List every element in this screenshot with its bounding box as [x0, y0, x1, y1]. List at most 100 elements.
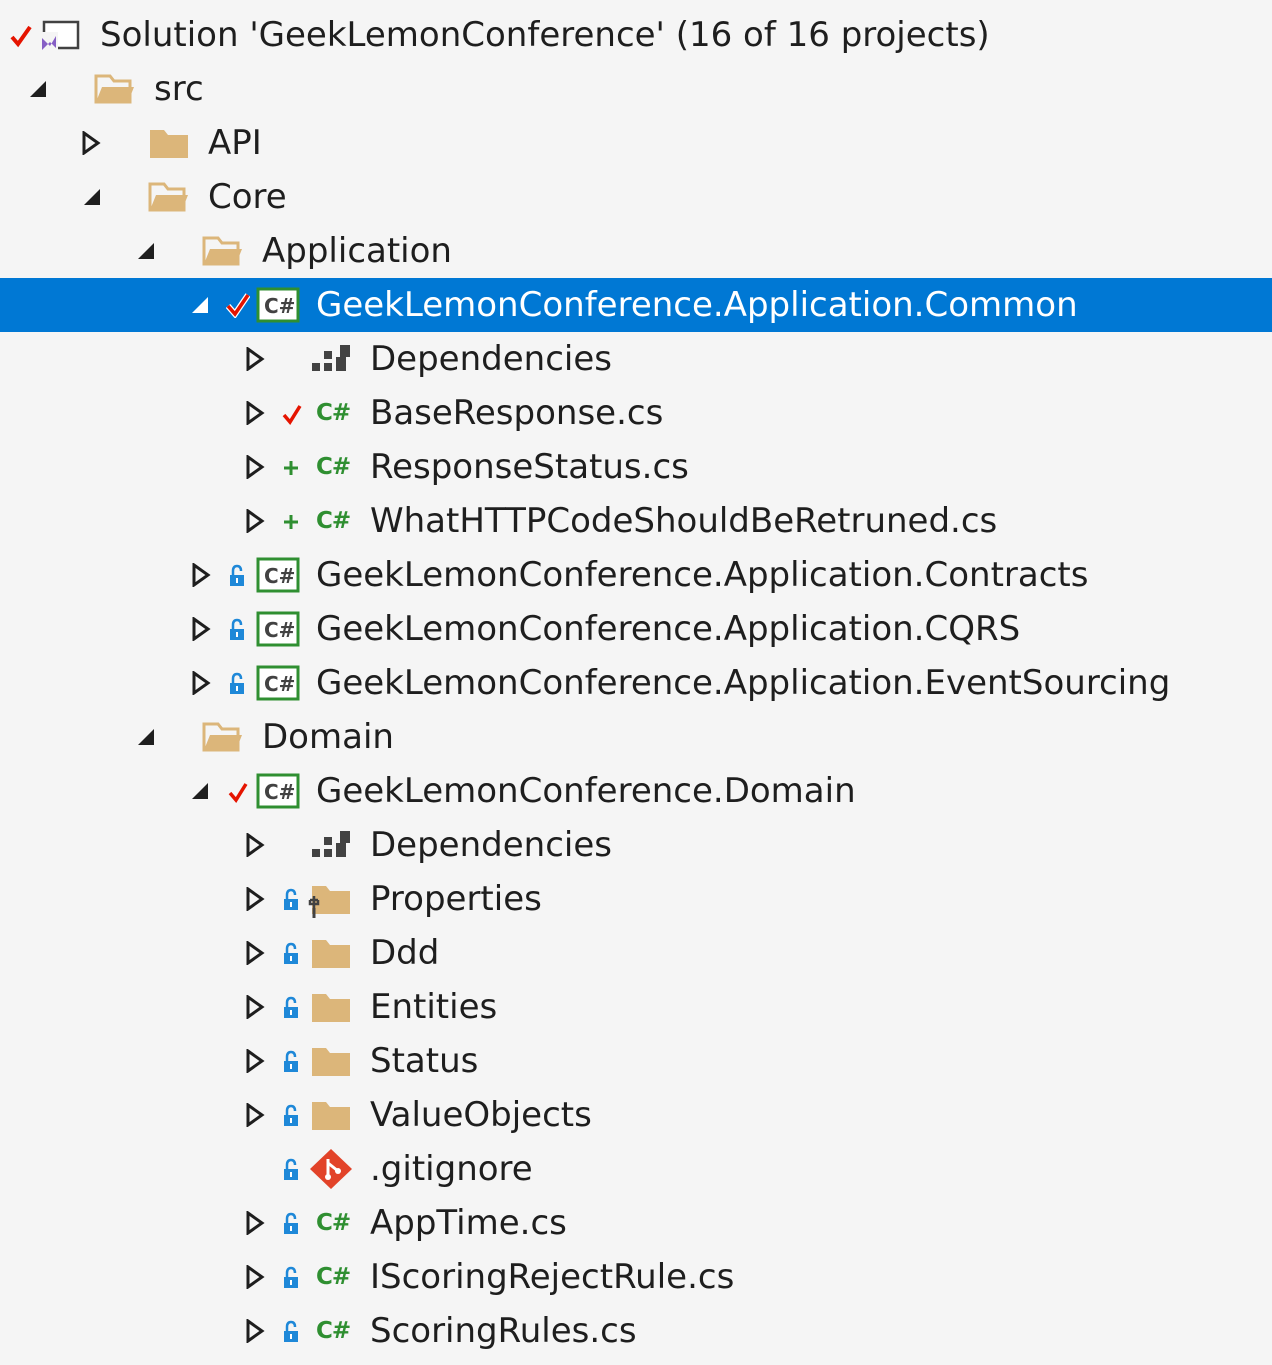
lock-icon [284, 996, 298, 1018]
tree-item-folder[interactable]: Core [0, 170, 1272, 224]
tree-item-folder[interactable]: API [0, 116, 1272, 170]
tree-item-folder[interactable]: src [0, 62, 1272, 116]
lock-icon [230, 672, 244, 694]
csharp-file-icon: C# [316, 1318, 351, 1344]
triangle-collapsed-icon[interactable] [242, 455, 266, 479]
triangle-collapsed-icon[interactable] [188, 563, 212, 587]
triangle-collapsed-icon[interactable] [242, 1211, 266, 1235]
solution-explorer-tree: Solution 'GeekLemonConference' (16 of 16… [0, 0, 1272, 1365]
triangle-collapsed-icon[interactable] [242, 347, 266, 371]
lock-icon [284, 1266, 298, 1288]
git-icon [310, 1149, 352, 1189]
triangle-collapsed-icon[interactable] [242, 941, 266, 965]
csharp-project-icon: C# [256, 287, 300, 323]
svg-text:C#: C# [264, 564, 295, 588]
tree-item-label: .gitignore [370, 1149, 533, 1189]
lock-icon [284, 1320, 298, 1342]
tree-item-dependencies[interactable]: Dependencies [0, 332, 1272, 386]
tree-item-label: Dependencies [370, 825, 612, 865]
tree-item-file[interactable]: C# IScoringRejectRule.cs [0, 1250, 1272, 1304]
triangle-expanded-icon[interactable] [26, 77, 50, 101]
properties-folder-icon [308, 886, 350, 918]
csharp-project-icon: C# [256, 773, 300, 809]
tree-item-file[interactable]: C# ResponseStatus.cs [0, 440, 1272, 494]
tree-item-folder[interactable]: Ddd [0, 926, 1272, 980]
tree-item-label: AppTime.cs [370, 1203, 567, 1243]
folder-closed-icon [312, 994, 350, 1022]
checkmark-icon [10, 25, 32, 48]
lock-icon [284, 942, 298, 964]
tree-item-folder[interactable]: Application [0, 224, 1272, 278]
tree-item-label: Application [262, 231, 452, 271]
tree-item-folder[interactable]: Domain [0, 710, 1272, 764]
tree-item-label: Entities [370, 987, 498, 1027]
csharp-project-icon: C# [256, 557, 300, 593]
svg-text:C#: C# [264, 618, 295, 642]
dependencies-icon [312, 831, 350, 857]
triangle-expanded-icon[interactable] [134, 239, 158, 263]
tree-item-label: ResponseStatus.cs [370, 447, 689, 487]
triangle-collapsed-icon[interactable] [242, 1049, 266, 1073]
triangle-expanded-icon[interactable] [188, 779, 212, 803]
tree-item-label: GeekLemonConference.Application.EventSou… [316, 663, 1171, 703]
triangle-collapsed-icon[interactable] [188, 671, 212, 695]
tree-item-project[interactable]: C# GeekLemonConference.Application.Contr… [0, 548, 1272, 602]
csharp-file-icon: C# [316, 454, 351, 480]
tree-item-project[interactable]: C# GeekLemonConference.Application.Event… [0, 656, 1272, 710]
triangle-collapsed-icon[interactable] [242, 401, 266, 425]
tree-item-file[interactable]: .gitignore [0, 1142, 1272, 1196]
triangle-collapsed-icon[interactable] [242, 833, 266, 857]
tree-item-folder[interactable]: Entities [0, 980, 1272, 1034]
solution-icon [40, 20, 80, 52]
tree-item-label: src [154, 69, 204, 109]
checkmark-icon [282, 405, 302, 425]
triangle-expanded-icon[interactable] [188, 293, 212, 317]
tree-item-folder[interactable]: Properties [0, 872, 1272, 926]
plus-icon [284, 461, 298, 475]
triangle-collapsed-icon[interactable] [242, 509, 266, 533]
tree-item-label: Domain [262, 717, 394, 757]
folder-open-icon [94, 74, 134, 104]
tree-item-label: Dependencies [370, 339, 612, 379]
tree-item-label: GeekLemonConference.Application.CQRS [316, 609, 1021, 649]
folder-closed-icon [150, 130, 188, 158]
folder-open-icon [202, 722, 242, 752]
dependencies-icon [312, 345, 350, 371]
triangle-collapsed-icon[interactable] [242, 887, 266, 911]
triangle-expanded-icon[interactable] [134, 725, 158, 749]
triangle-collapsed-icon[interactable] [242, 995, 266, 1019]
lock-icon [284, 1104, 298, 1126]
lock-icon [284, 1158, 298, 1180]
triangle-collapsed-icon[interactable] [242, 1265, 266, 1289]
tree-item-solution[interactable]: Solution 'GeekLemonConference' (16 of 16… [0, 8, 1272, 62]
csharp-file-icon: C# [316, 508, 351, 534]
tree-item-label: GeekLemonConference.Application.Contract… [316, 555, 1089, 595]
triangle-collapsed-icon[interactable] [242, 1319, 266, 1343]
tree-item-file[interactable]: C# AppTime.cs [0, 1196, 1272, 1250]
folder-closed-icon [312, 940, 350, 968]
tree-item-file[interactable]: C# WhatHTTPCodeShouldBeRetruned.cs [0, 494, 1272, 548]
triangle-expanded-icon[interactable] [80, 185, 104, 209]
tree-item-folder[interactable]: Status [0, 1034, 1272, 1088]
svg-text:C#: C# [264, 294, 295, 318]
svg-text:C#: C# [264, 780, 295, 804]
checkmark-icon [226, 293, 250, 318]
tree-item-label: Ddd [370, 933, 440, 973]
tree-item-file[interactable]: C# BaseResponse.cs [0, 386, 1272, 440]
lock-icon [284, 1212, 298, 1234]
triangle-collapsed-icon[interactable] [242, 1103, 266, 1127]
tree-item-dependencies[interactable]: Dependencies [0, 818, 1272, 872]
tree-item-project-selected[interactable]: C# GeekLemonConference.Application.Commo… [0, 278, 1272, 332]
triangle-collapsed-icon[interactable] [78, 131, 102, 155]
tree-item-file[interactable]: C# ScoringRules.cs [0, 1304, 1272, 1358]
lock-icon [284, 888, 298, 910]
triangle-collapsed-icon[interactable] [188, 617, 212, 641]
tree-item-project[interactable]: C# GeekLemonConference.Domain [0, 764, 1272, 818]
tree-item-label: GeekLemonConference.Application.Common [316, 285, 1078, 325]
tree-item-label: API [208, 123, 262, 163]
tree-item-label: Properties [370, 879, 542, 919]
folder-open-icon [202, 236, 242, 266]
tree-item-project[interactable]: C# GeekLemonConference.Application.CQRS [0, 602, 1272, 656]
tree-item-folder[interactable]: ValueObjects [0, 1088, 1272, 1142]
tree-item-label: ScoringRules.cs [370, 1311, 637, 1351]
